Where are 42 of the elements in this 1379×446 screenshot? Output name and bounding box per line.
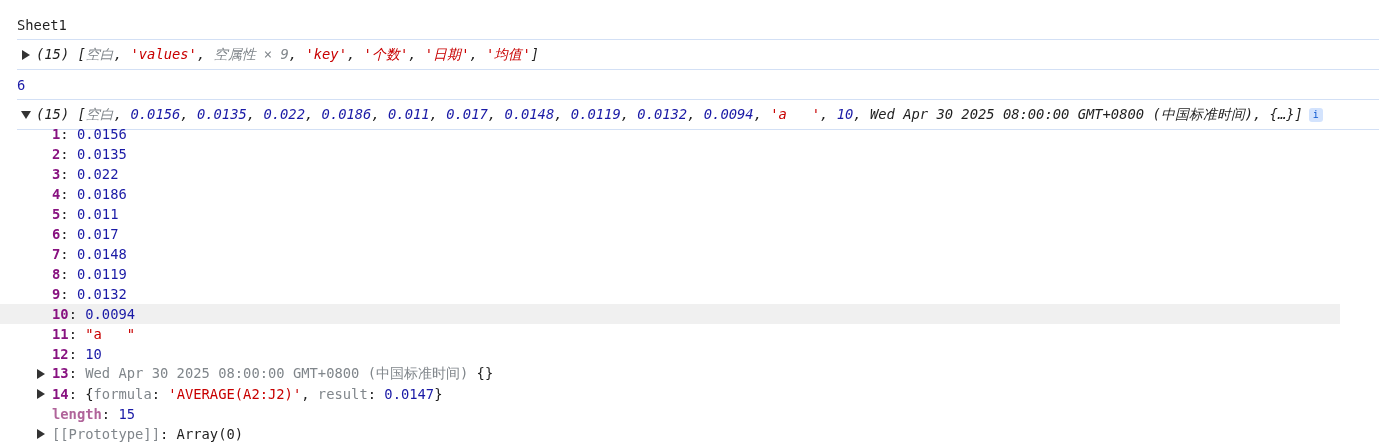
property-row[interactable]: 14: {formula: 'AVERAGE(A2:J2)', result: 0.0147} (0, 384, 1340, 404)
property-row[interactable]: 4: 0.0186 (0, 184, 1340, 204)
expand-arrow-icon[interactable] (37, 429, 45, 439)
property-row[interactable]: 13: Wed Apr 30 2025 08:00:00 GMT+0800 (中国标准时间) {} (0, 364, 1340, 384)
property-entry: 11: "a " (52, 326, 136, 342)
property-entry: length: 15 (52, 406, 136, 422)
array-preview: (15) [空白, 'values', 空属性 × 9, 'key', '个数', '日期', '均值'] (36, 45, 539, 64)
property-row[interactable]: 3: 0.022 (0, 164, 1340, 184)
property-entry: 5: 0.011 (52, 206, 119, 222)
property-entry: 8: 0.0119 (52, 266, 127, 282)
property-entry: 13: Wed Apr 30 2025 08:00:00 GMT+0800 (中国标准时间) {} (52, 365, 494, 383)
property-row[interactable]: 6: 0.017 (0, 224, 1340, 244)
property-row[interactable]: 10: 0.0094 (0, 304, 1340, 324)
property-entry: 9: 0.0132 (52, 286, 127, 302)
property-entry: 12: 10 (52, 346, 102, 362)
log-message: 6 (17, 76, 26, 93)
property-row[interactable]: 2: 0.0135 (0, 144, 1340, 164)
expand-arrow-icon[interactable] (37, 389, 45, 399)
property-row[interactable]: 11: "a " (0, 324, 1340, 344)
log-message: Sheet1 (17, 16, 67, 33)
property-row[interactable]: 12: 10 (0, 344, 1340, 364)
property-entry: 1: 0.0156 (52, 126, 127, 142)
property-row[interactable]: 8: 0.0119 (0, 264, 1340, 284)
expand-arrow-icon[interactable] (22, 49, 30, 60)
property-entry: 2: 0.0135 (52, 146, 127, 162)
property-row[interactable]: 7: 0.0148 (0, 244, 1340, 264)
property-entry: 3: 0.022 (52, 166, 119, 182)
expand-arrow-icon[interactable] (37, 369, 45, 379)
property-row[interactable]: 9: 0.0132 (0, 284, 1340, 304)
info-badge[interactable]: i (1308, 107, 1323, 122)
array-preview: (15) [空白, 0.0156, 0.0135, 0.022, 0.0186, 0.011, 0.017, 0.0148, 0.0119, 0.0132, 0.0094, 'a ', 10, Wed Apr 30 2025 08:00:00 GMT+0800 (中国标准时间), {…}] (36, 105, 1303, 124)
property-row[interactable]: 5: 0.011 (0, 204, 1340, 224)
property-entry: 14: {formula: 'AVERAGE(A2:J2)', result: 0.0147} (52, 386, 443, 402)
property-entry: 4: 0.0186 (52, 186, 127, 202)
expand-arrow-icon[interactable] (21, 110, 31, 119)
property-row[interactable]: [[Prototype]]: Array(0) (0, 424, 1340, 444)
property-row[interactable]: length: 15 (0, 404, 1340, 424)
property-entry: 6: 0.017 (52, 226, 119, 242)
property-entry: 10: 0.0094 (52, 306, 136, 322)
property-entry: [[Prototype]]: Array(0) (52, 426, 244, 442)
property-row[interactable]: 1: 0.0156 (0, 124, 1340, 144)
property-entry: 7: 0.0148 (52, 246, 127, 262)
